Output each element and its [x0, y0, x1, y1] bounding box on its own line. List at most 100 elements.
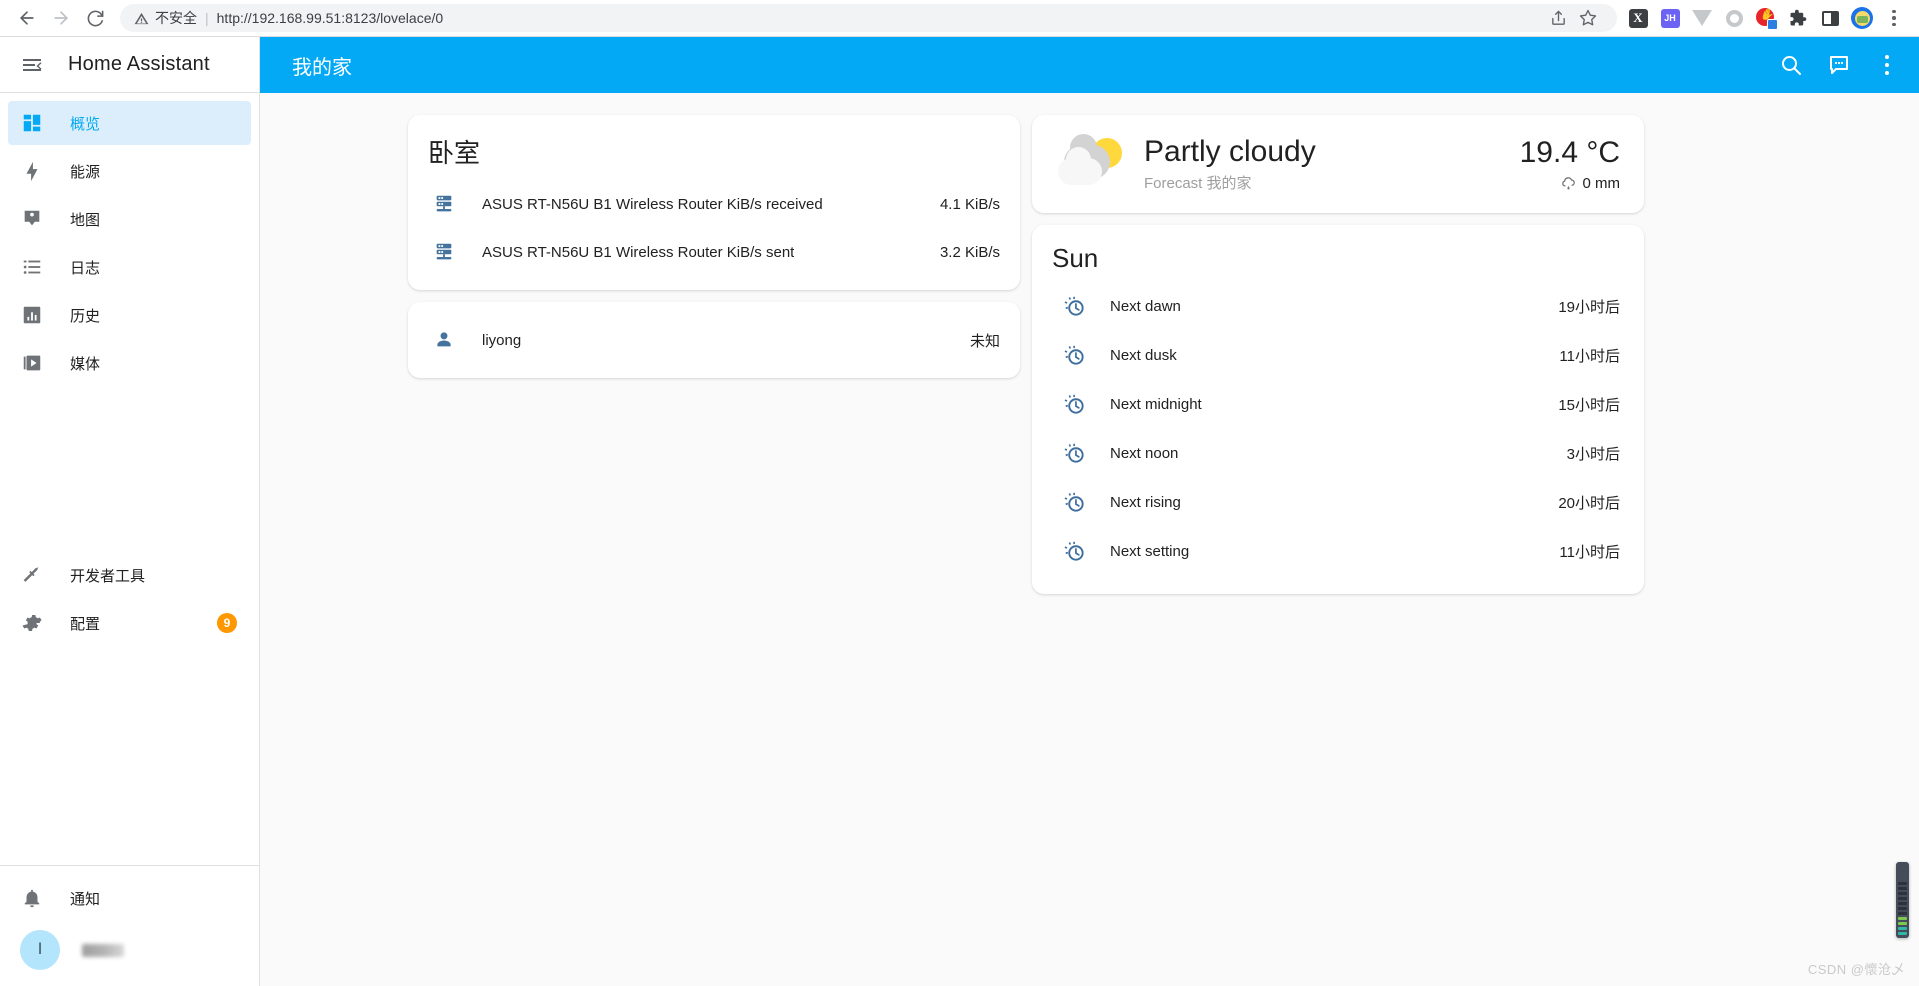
entity-list: ASUS RT-N56U B1 Wireless Router KiB/s re…: [408, 176, 1020, 290]
sun-clock-icon: [1060, 393, 1088, 416]
security-label: 不安全: [155, 10, 197, 26]
play-box-multiple-icon: [20, 351, 44, 375]
ext-circle-icon[interactable]: [1719, 3, 1749, 33]
reload-icon[interactable]: [78, 1, 112, 35]
sidebar-item-map[interactable]: 地图: [8, 197, 251, 241]
entity-list: liyong 未知: [408, 302, 1020, 378]
entity-state[interactable]: 15小时后: [1558, 394, 1620, 415]
card-sun: Sun Next dawn 19小时后 Next dusk 11小时后 Next…: [1032, 225, 1644, 594]
ext-stop-hand-icon[interactable]: ✋: [1751, 3, 1781, 33]
sidebar-header: Home Assistant: [0, 37, 259, 93]
back-arrow-icon[interactable]: [10, 1, 44, 35]
entity-state[interactable]: 3.2 KiB/s: [924, 244, 1000, 261]
sidebar: Home Assistant 概览 能源 地图 日志 历史 媒体 开发者工具 配…: [0, 37, 260, 986]
sidebar-item-energy[interactable]: 能源: [8, 149, 251, 193]
weather-summary: Partly cloudy Forecast 我的家 19.4 °C 0 mm: [1032, 115, 1644, 213]
sidebar-item-developer-tools[interactable]: 开发者工具: [8, 553, 251, 597]
card-weather[interactable]: Partly cloudy Forecast 我的家 19.4 °C 0 mm: [1032, 115, 1644, 213]
entity-row[interactable]: liyong 未知: [408, 316, 1020, 364]
weather-values: 19.4 °C 0 mm: [1520, 136, 1620, 192]
star-icon[interactable]: [1573, 3, 1603, 33]
entity-row[interactable]: Next rising 20小时后: [1032, 478, 1644, 527]
ext-side-panel-icon[interactable]: [1815, 3, 1845, 33]
entity-row[interactable]: Next setting 11小时后: [1032, 527, 1644, 576]
account-icon: [430, 329, 458, 351]
browser-toolbar: 不安全 | http://192.168.99.51:8123/lovelace…: [0, 0, 1919, 37]
ext-v-icon[interactable]: [1687, 3, 1717, 33]
sidebar-item-label: 日志: [70, 259, 101, 277]
entity-state[interactable]: 19小时后: [1558, 296, 1620, 317]
sun-clock-icon: [1060, 344, 1088, 367]
format-list-bulleted-icon: [20, 255, 44, 279]
kebab-menu-icon[interactable]: [1863, 41, 1911, 89]
entity-name: Next midnight: [1110, 396, 1202, 413]
cog-icon: [20, 611, 44, 635]
sidebar-item-media[interactable]: 媒体: [8, 341, 251, 385]
ext-profile-avatar[interactable]: [1847, 3, 1877, 33]
config-update-badge: 9: [217, 613, 237, 633]
home-assistant-app: Home Assistant 概览 能源 地图 日志 历史 媒体 开发者工具 配…: [0, 37, 1919, 986]
sidebar-item-label: 通知: [70, 890, 101, 908]
weather-pouring-icon: [1560, 175, 1577, 192]
share-icon[interactable]: [1543, 3, 1573, 33]
card-person: liyong 未知: [408, 302, 1020, 378]
weather-condition: Partly cloudy: [1144, 135, 1316, 168]
url-text: http://192.168.99.51:8123/lovelace/0: [216, 10, 444, 26]
entity-state[interactable]: 3小时后: [1567, 443, 1620, 464]
entity-row[interactable]: Next noon 3小时后: [1032, 429, 1644, 478]
ext-x-icon[interactable]: X: [1623, 3, 1653, 33]
entity-name: Next setting: [1110, 543, 1190, 560]
sidebar-item-label: 能源: [70, 163, 101, 181]
sidebar-item-configuration[interactable]: 配置 9: [8, 601, 251, 645]
weather-precipitation-value: 0 mm: [1582, 175, 1621, 192]
toolbar-actions: [1767, 41, 1911, 89]
entity-state[interactable]: 20小时后: [1558, 492, 1620, 513]
entity-state[interactable]: 11小时后: [1559, 541, 1620, 562]
router-network-icon: [430, 193, 458, 215]
menu-collapse-icon[interactable]: [8, 41, 56, 89]
omnibox-divider: |: [205, 10, 209, 26]
entity-row[interactable]: Next midnight 15小时后: [1032, 380, 1644, 429]
sidebar-item-overview[interactable]: 概览: [8, 101, 251, 145]
map-marker-account-icon: [20, 207, 44, 231]
bell-icon: [20, 886, 44, 910]
entity-row[interactable]: Next dusk 11小时后: [1032, 331, 1644, 380]
partly-cloudy-icon: [1058, 134, 1124, 192]
card-bedroom: 卧室 ASUS RT-N56U B1 Wireless Router KiB/s…: [408, 115, 1020, 290]
sidebar-item-label: 媒体: [70, 355, 101, 373]
search-icon[interactable]: [1767, 41, 1815, 89]
system-meter-widget[interactable]: [1896, 862, 1909, 938]
view-dashboard-icon: [20, 111, 44, 135]
entity-name: Next rising: [1110, 494, 1181, 511]
column-left: 卧室 ASUS RT-N56U B1 Wireless Router KiB/s…: [408, 115, 1020, 378]
sidebar-item-label: 配置: [70, 615, 101, 633]
forward-arrow-icon[interactable]: [44, 1, 78, 35]
entity-state[interactable]: 11小时后: [1559, 345, 1620, 366]
entity-name: Next dawn: [1110, 298, 1181, 315]
entity-row[interactable]: ASUS RT-N56U B1 Wireless Router KiB/s re…: [408, 180, 1020, 228]
sidebar-item-label: 概览: [70, 115, 101, 133]
weather-precipitation-row: 0 mm: [1520, 175, 1620, 192]
sidebar-item-logbook[interactable]: 日志: [8, 245, 251, 289]
sidebar-item-label: 历史: [70, 307, 101, 325]
sidebar-user-profile[interactable]: l: [8, 924, 251, 976]
entity-row[interactable]: Next dawn 19小时后: [1032, 282, 1644, 331]
router-network-icon: [430, 241, 458, 263]
sun-entity-list: Next dawn 19小时后 Next dusk 11小时后 Next mid…: [1032, 280, 1644, 594]
entity-row[interactable]: ASUS RT-N56U B1 Wireless Router KiB/s se…: [408, 228, 1020, 276]
entity-state[interactable]: 未知: [954, 330, 1000, 351]
sidebar-item-label: 地图: [70, 211, 101, 229]
avatar: l: [20, 930, 60, 970]
sidebar-item-notifications[interactable]: 通知: [8, 876, 251, 920]
page-title: 我的家: [292, 56, 352, 79]
ext-puzzle-icon[interactable]: [1783, 3, 1813, 33]
ext-jh-icon[interactable]: JH: [1655, 3, 1685, 33]
column-right: Partly cloudy Forecast 我的家 19.4 °C 0 mm: [1032, 115, 1644, 594]
chrome-kebab-menu-icon[interactable]: [1879, 3, 1909, 33]
address-bar[interactable]: 不安全 | http://192.168.99.51:8123/lovelace…: [120, 4, 1617, 32]
entity-name: Next noon: [1110, 445, 1179, 462]
entity-state[interactable]: 4.1 KiB/s: [924, 196, 1000, 213]
sidebar-footer: 通知 l: [0, 859, 259, 986]
sidebar-item-history[interactable]: 历史: [8, 293, 251, 337]
assist-chat-icon[interactable]: [1815, 41, 1863, 89]
